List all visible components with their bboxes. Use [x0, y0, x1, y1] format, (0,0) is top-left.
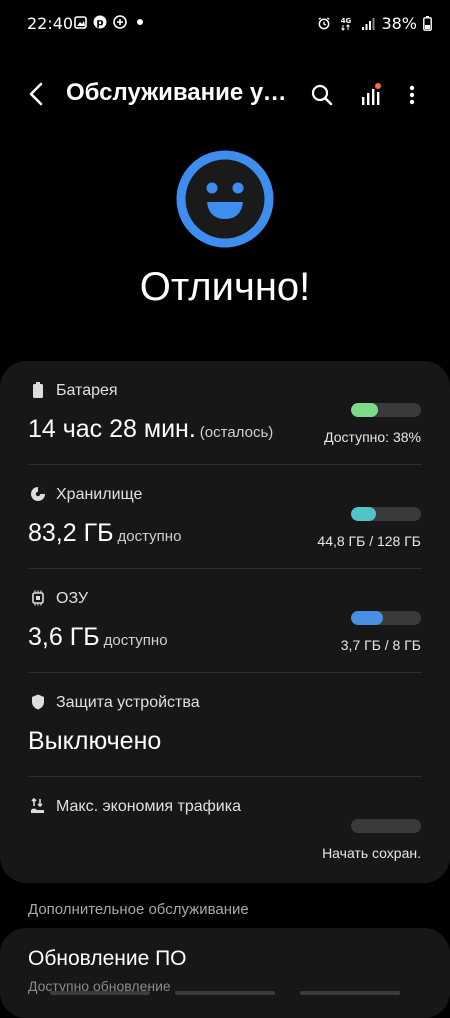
status-heading: Отлично! — [139, 265, 311, 309]
pinterest-icon: p — [93, 15, 107, 29]
battery-available: Доступно: 38% — [324, 429, 421, 445]
battery-time: 14 час 28 мин. — [28, 415, 196, 443]
battery-value: 14 час 28 мин. (осталось) — [28, 415, 273, 444]
app-header: Обслуживание устройства — [0, 70, 450, 118]
storage-icon — [30, 486, 46, 502]
diagnostics-icon — [362, 83, 381, 105]
data-saver-start-button[interactable]: Начать сохран. — [322, 845, 421, 861]
back-icon — [29, 82, 43, 106]
data-saver-label: Макс. экономия трафика — [56, 798, 241, 815]
more-icon — [409, 85, 415, 105]
navigation-bar — [0, 985, 450, 1000]
status-card: Батарея 14 час 28 мин. (осталось) Доступн… — [0, 361, 450, 883]
ram-available-suffix: доступно — [103, 632, 168, 649]
search-button[interactable] — [307, 80, 337, 110]
happy-face-icon — [175, 149, 275, 249]
device-protection-status: Выключено — [28, 727, 162, 755]
battery-icon — [423, 16, 432, 31]
ram-row[interactable]: ОЗУ 3,6 ГБ доступно 3,7 ГБ / 8 ГБ — [0, 569, 450, 673]
data-saver-row[interactable]: Макс. экономия трафика Начать сохран. — [0, 777, 450, 881]
battery-icon — [30, 382, 46, 398]
status-bar: 22:40 p 4G 38% — [0, 0, 450, 50]
software-update-card[interactable]: Обновление ПО Доступно обновление — [0, 928, 450, 1018]
gallery-icon — [73, 15, 87, 29]
svg-text:4G: 4G — [341, 17, 352, 25]
nav-recent-button[interactable] — [50, 991, 150, 995]
battery-row[interactable]: Батарея 14 час 28 мин. (осталось) Доступн… — [0, 361, 450, 465]
battery-label: Батарея — [56, 382, 118, 399]
svg-text:p: p — [96, 18, 103, 29]
ram-value: 3,6 ГБ доступно — [28, 623, 168, 652]
additional-maintenance-header: Дополнительное обслуживание — [28, 901, 249, 918]
data-saver-icon — [30, 798, 46, 814]
ram-level-fill — [351, 611, 384, 625]
storage-row[interactable]: Хранилище 83,2 ГБ доступно 44,8 ГБ / 128 … — [0, 465, 450, 569]
memory-chip-icon — [30, 590, 46, 606]
storage-available: 83,2 ГБ — [28, 519, 114, 547]
software-update-title: Обновление ПО — [28, 947, 187, 970]
ram-label: ОЗУ — [56, 590, 89, 607]
search-icon — [311, 84, 333, 106]
status-time: 22:40 — [27, 14, 74, 33]
battery-level-fill — [351, 403, 378, 417]
nav-home-button[interactable] — [175, 991, 275, 995]
device-protection-label: Защита устройства — [56, 694, 200, 711]
back-button[interactable] — [22, 80, 50, 108]
shield-icon — [30, 694, 46, 710]
notification-icons: p — [73, 15, 147, 29]
alarm-icon — [317, 17, 331, 31]
storage-label: Хранилище — [56, 486, 143, 503]
diagnostics-button[interactable] — [355, 80, 385, 110]
storage-value: 83,2 ГБ доступно — [28, 519, 181, 548]
device-protection-value: Выключено — [28, 727, 161, 756]
battery-time-suffix: (осталось) — [199, 424, 274, 441]
page-title: Обслуживание устройства — [66, 79, 296, 106]
nav-back-button[interactable] — [300, 991, 400, 995]
storage-level-fill — [351, 507, 376, 521]
network-4g-icon: 4G — [337, 17, 355, 31]
ram-available: 3,6 ГБ — [28, 623, 100, 651]
storage-level-bar — [351, 507, 421, 521]
storage-available-suffix: доступно — [117, 528, 182, 545]
storage-used: 44,8 ГБ / 128 ГБ — [317, 533, 421, 549]
messenger-icon — [113, 15, 127, 29]
battery-level-bar — [351, 403, 421, 417]
system-icons: 4G 38% — [317, 14, 432, 33]
ram-used: 3,7 ГБ / 8 ГБ — [340, 637, 421, 653]
data-saver-level-bar — [351, 819, 421, 833]
battery-percent: 38% — [381, 14, 417, 33]
device-protection-row[interactable]: Защита устройства Выключено — [0, 673, 450, 777]
more-options-button[interactable] — [397, 80, 427, 110]
signal-icon — [361, 17, 375, 31]
ram-level-bar — [351, 611, 421, 625]
dot-icon — [133, 15, 147, 29]
